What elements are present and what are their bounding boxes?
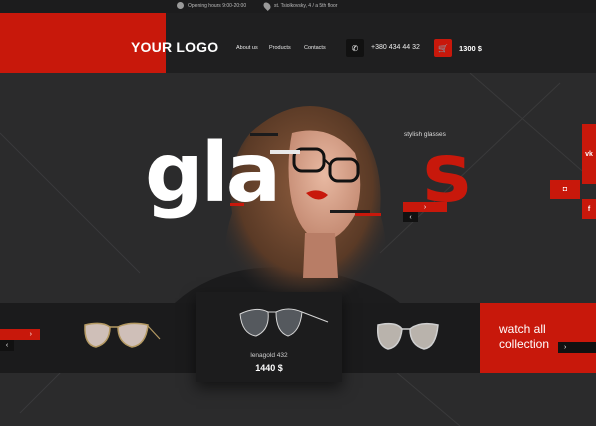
hero-subtitle: stylish glasses (404, 131, 446, 138)
hero-prev-button[interactable]: ‹ (403, 212, 418, 222)
logo[interactable]: YOUR LOGO (131, 39, 218, 55)
chevron-right-icon: › (29, 331, 32, 338)
facebook-icon: f (587, 205, 591, 213)
featured-product-image (239, 308, 329, 337)
location-pin-icon (262, 1, 272, 11)
address-text: st. Tsiolkovsky, 4 / a 5th floor (274, 3, 338, 9)
address: st. Tsiolkovsky, 4 / a 5th floor (262, 1, 338, 11)
instagram-icon: ◘ (562, 186, 568, 193)
opening-hours: Opening hours 9:00-20:00 (177, 2, 246, 9)
product-aviator-left[interactable] (84, 322, 161, 348)
featured-product-name: lenagold 432 (250, 352, 288, 359)
opening-hours-text: Opening hours 9:00-20:00 (188, 2, 247, 9)
nav-contacts[interactable]: Contacts (304, 45, 326, 51)
phone-button[interactable]: ✆ (346, 39, 364, 57)
hero-title-white: gla (145, 126, 281, 221)
cart-total: 1300 $ (459, 44, 482, 53)
nav-about-us[interactable]: About us (236, 45, 258, 51)
carousel-prev-button[interactable]: ‹ (0, 340, 14, 351)
carousel-next-button[interactable]: › (0, 329, 40, 340)
chevron-left-icon: ‹ (409, 213, 412, 221)
chevron-left-icon: ‹ (5, 342, 9, 349)
cart-icon: 🛒 (438, 43, 448, 53)
hero-next-button[interactable]: › (403, 202, 447, 212)
watch-all-collection-panel[interactable]: watch all collection › (480, 303, 596, 373)
nav-products[interactable]: Products (269, 45, 291, 51)
top-info-bar: Opening hours 9:00-20:00 st. Tsiolkovsky… (0, 0, 596, 13)
clock-icon (177, 2, 184, 9)
social-vk-button[interactable]: vk (582, 124, 596, 184)
phone-number[interactable]: +380 434 44 32 (371, 44, 420, 51)
featured-product-price: 1440 $ (255, 363, 283, 373)
featured-product-card[interactable]: lenagold 432 1440 $ (196, 292, 342, 382)
vk-icon: vk (585, 150, 593, 158)
chevron-right-icon: › (564, 344, 567, 351)
product-round-right[interactable] (376, 322, 439, 350)
social-facebook-button[interactable]: f (582, 199, 596, 219)
social-instagram-button[interactable]: ◘ (550, 180, 580, 199)
watch-all-button[interactable]: › (558, 342, 596, 353)
chevron-right-icon: › (423, 203, 427, 211)
cart-button[interactable]: 🛒 (434, 39, 452, 57)
phone-icon: ✆ (351, 43, 359, 53)
